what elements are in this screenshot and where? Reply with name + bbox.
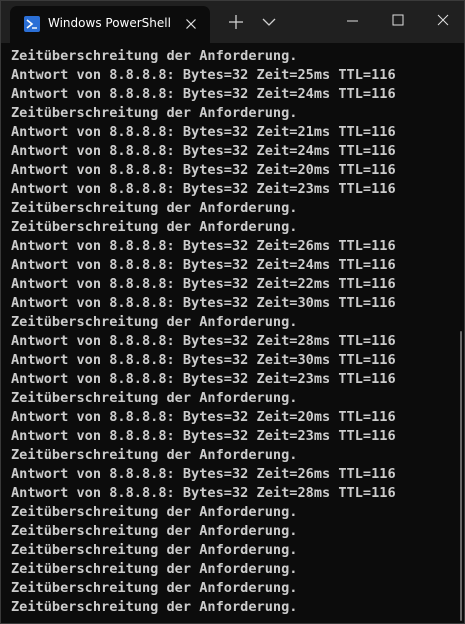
terminal-line: Zeitüberschreitung der Anforderung. (11, 561, 298, 577)
terminal-line: Antwort von 8.8.8.8: Bytes=32 Zeit=24ms … (11, 257, 396, 273)
tab-title: Windows PowerShell (48, 16, 171, 30)
terminal-line: Antwort von 8.8.8.8: Bytes=32 Zeit=20ms … (11, 409, 396, 425)
terminal-line: Antwort von 8.8.8.8: Bytes=32 Zeit=21ms … (11, 124, 396, 140)
close-icon (437, 14, 449, 26)
new-tab-button[interactable] (223, 1, 249, 41)
terminal-line: Antwort von 8.8.8.8: Bytes=32 Zeit=30ms … (11, 352, 396, 368)
terminal-line: Antwort von 8.8.8.8: Bytes=32 Zeit=20ms … (11, 162, 396, 178)
terminal-line: Zeitüberschreitung der Anforderung. (11, 447, 298, 463)
terminal-window: Windows PowerShell Zeitüberschreitung de… (0, 0, 465, 624)
terminal-line: Antwort von 8.8.8.8: Bytes=32 Zeit=24ms … (11, 86, 396, 102)
terminal-line: Zeitüberschreitung der Anforderung. (11, 105, 298, 121)
terminal-line: Antwort von 8.8.8.8: Bytes=32 Zeit=28ms … (11, 333, 396, 349)
profiles-dropdown-button[interactable] (256, 1, 282, 41)
terminal-line: Antwort von 8.8.8.8: Bytes=32 Zeit=22ms … (11, 276, 396, 292)
scrollbar[interactable] (460, 331, 462, 621)
terminal-line: Zeitüberschreitung der Anforderung. (11, 314, 298, 330)
plus-icon (229, 15, 243, 29)
terminal-line: Zeitüberschreitung der Anforderung. (11, 523, 298, 539)
terminal-line: Antwort von 8.8.8.8: Bytes=32 Zeit=30ms … (11, 295, 396, 311)
terminal-line: Zeitüberschreitung der Anforderung. (11, 390, 298, 406)
terminal-line: Antwort von 8.8.8.8: Bytes=32 Zeit=25ms … (11, 67, 396, 83)
terminal-line: Antwort von 8.8.8.8: Bytes=32 Zeit=28ms … (11, 485, 396, 501)
terminal-output[interactable]: Zeitüberschreitung der Anforderung. Antwo… (11, 47, 451, 621)
minimize-icon (347, 20, 358, 22)
terminal-line: Antwort von 8.8.8.8: Bytes=32 Zeit=24ms … (11, 143, 396, 159)
tab-close-icon[interactable] (182, 15, 200, 33)
terminal-line: Antwort von 8.8.8.8: Bytes=32 Zeit=23ms … (11, 371, 396, 387)
maximize-button[interactable] (376, 1, 420, 41)
close-window-button[interactable] (421, 1, 464, 41)
title-bar[interactable]: Windows PowerShell (1, 1, 464, 43)
terminal-line: Zeitüberschreitung der Anforderung. (11, 580, 298, 596)
minimize-button[interactable] (331, 1, 375, 41)
terminal-line: Zeitüberschreitung der Anforderung. (11, 219, 298, 235)
terminal-line: Antwort von 8.8.8.8: Bytes=32 Zeit=26ms … (11, 466, 396, 482)
tab-windows-powershell[interactable]: Windows PowerShell (10, 6, 210, 43)
maximize-icon (392, 14, 404, 26)
terminal-line: Zeitüberschreitung der Anforderung. (11, 48, 298, 64)
chevron-down-icon (262, 18, 276, 26)
terminal-line: Zeitüberschreitung der Anforderung. (11, 542, 298, 558)
terminal-line: Zeitüberschreitung der Anforderung. (11, 504, 298, 520)
terminal-line: Antwort von 8.8.8.8: Bytes=32 Zeit=26ms … (11, 238, 396, 254)
terminal-line: Zeitüberschreitung der Anforderung. (11, 599, 298, 615)
terminal-line: Antwort von 8.8.8.8: Bytes=32 Zeit=23ms … (11, 181, 396, 197)
powershell-icon (24, 16, 40, 32)
terminal-line: Zeitüberschreitung der Anforderung. (11, 200, 298, 216)
terminal-line: Antwort von 8.8.8.8: Bytes=32 Zeit=23ms … (11, 428, 396, 444)
